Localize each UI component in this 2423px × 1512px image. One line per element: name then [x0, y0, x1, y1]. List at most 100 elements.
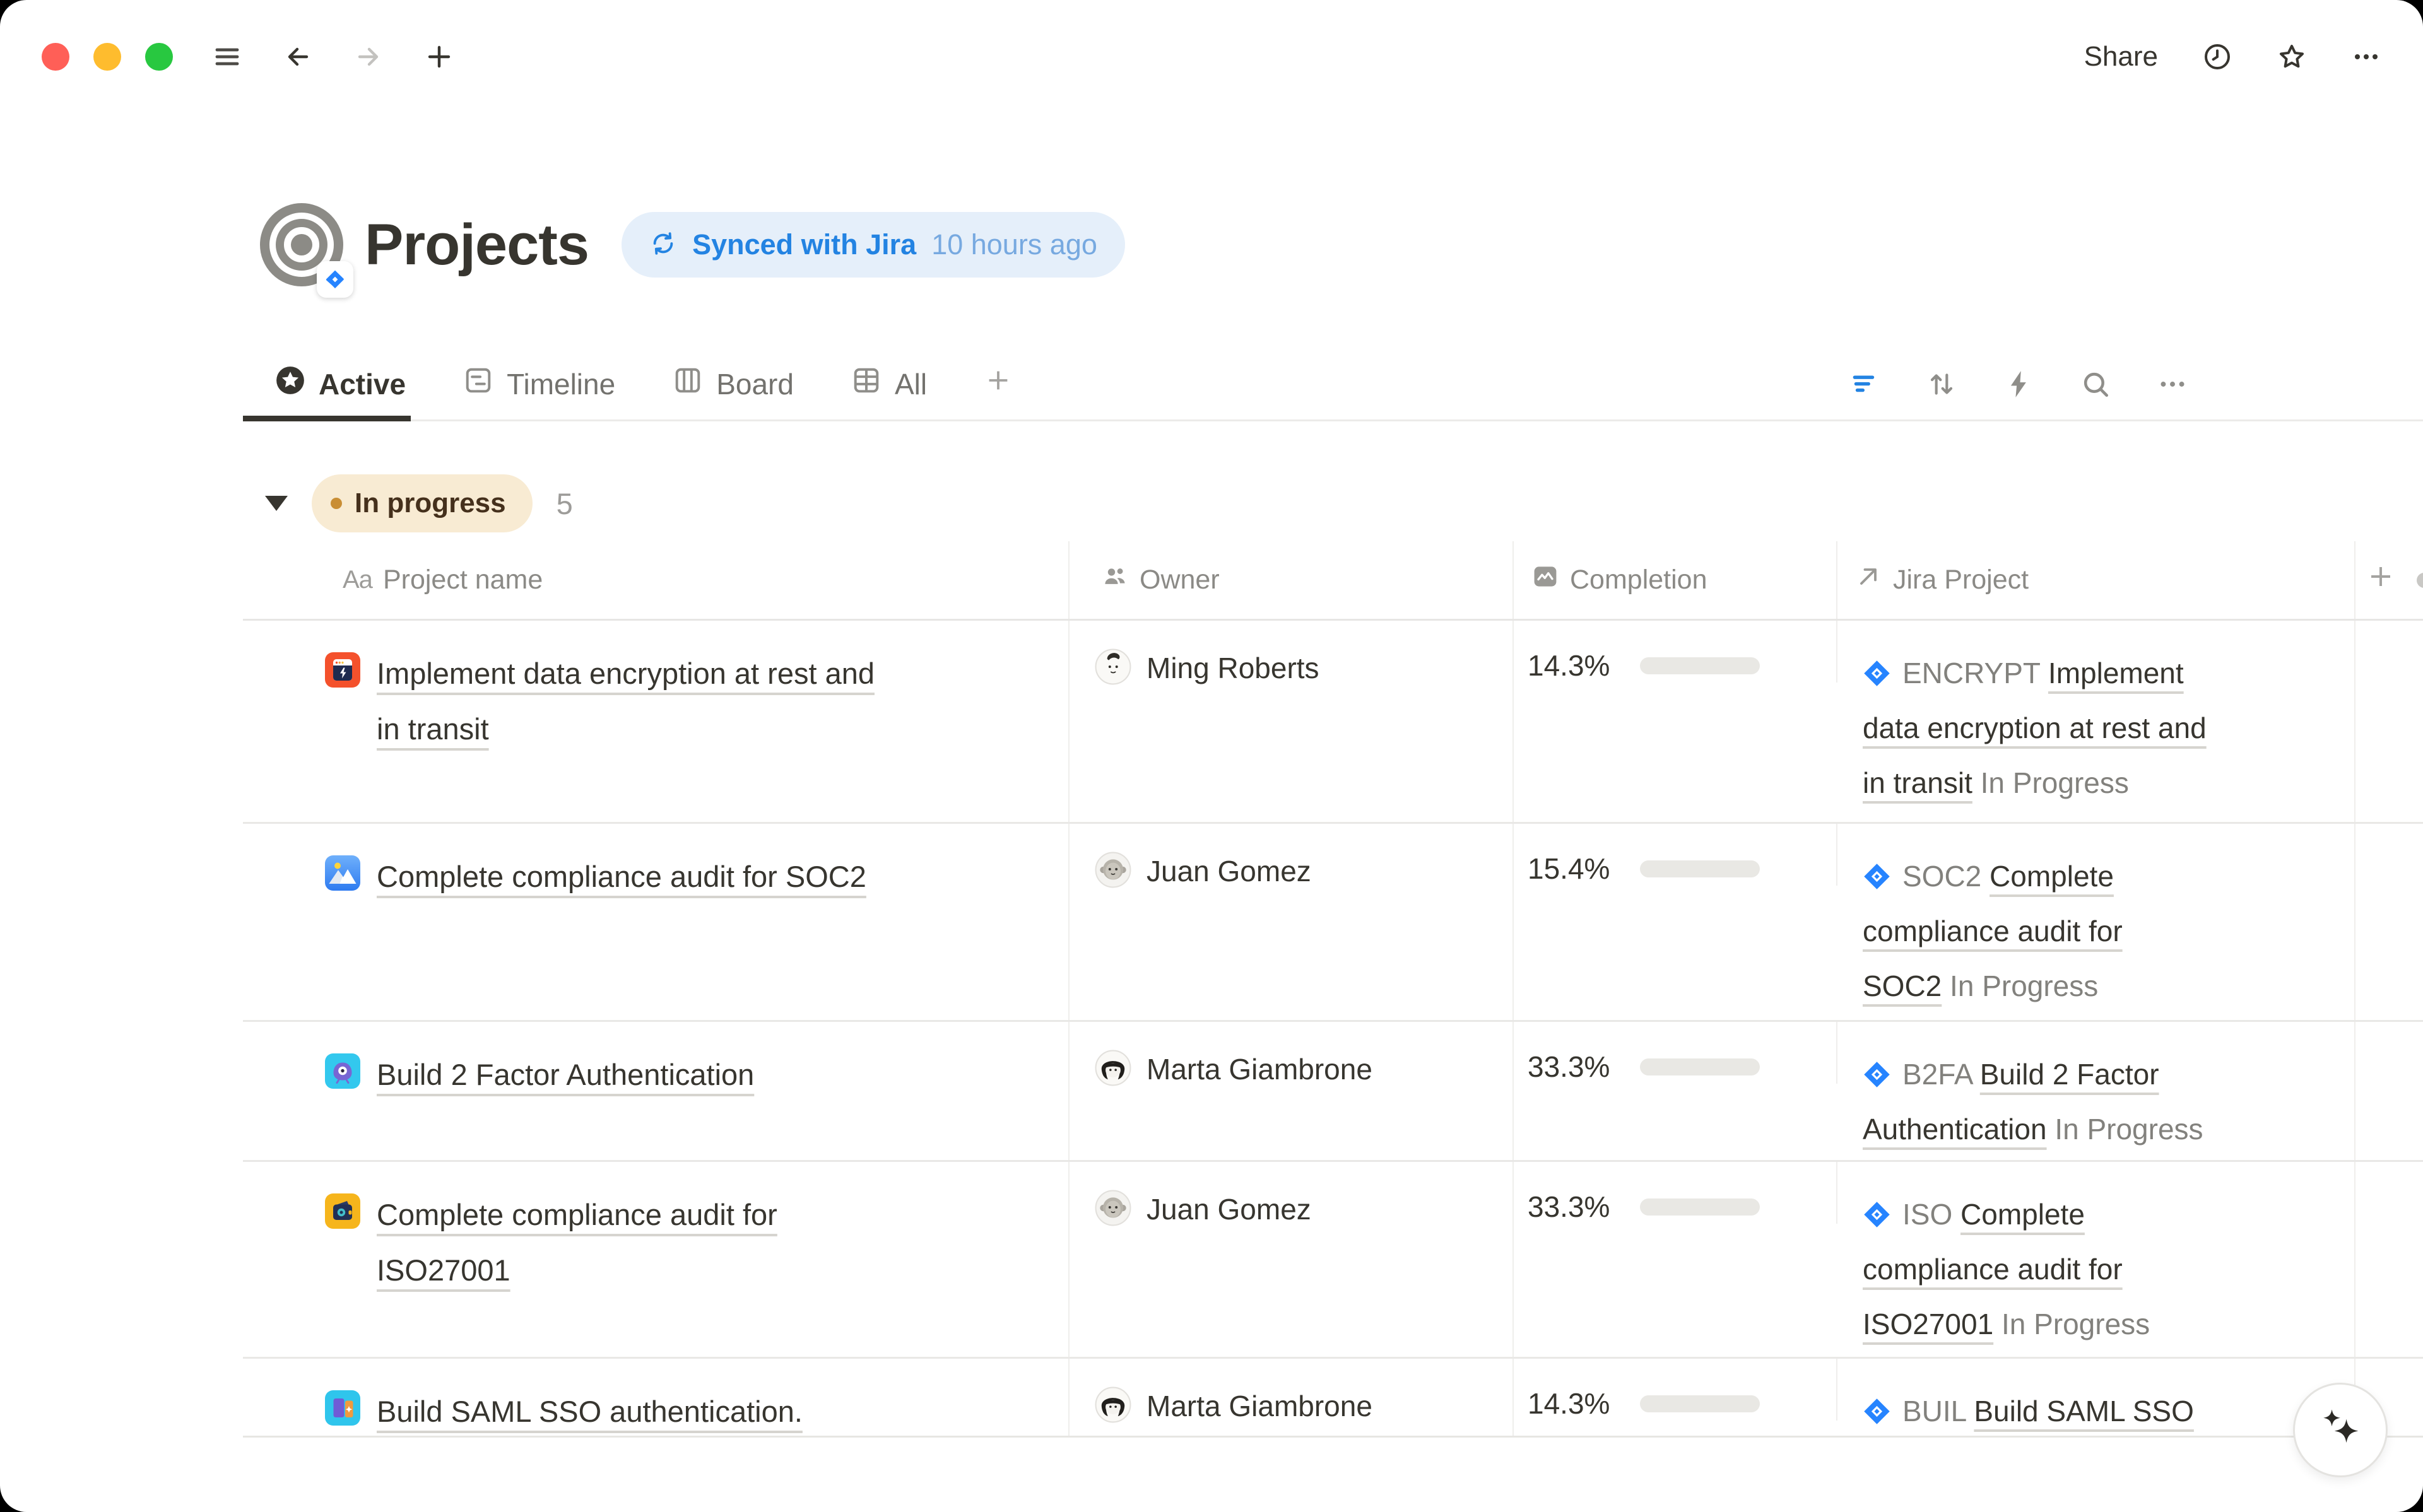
jira-link[interactable]: Authentication	[1863, 1113, 2047, 1146]
column-header-owner[interactable]: Owner	[1070, 541, 1514, 619]
projects-table: Aa Project name Owner Completion Jira Pr…	[243, 541, 2423, 1438]
project-name-link[interactable]: Complete compliance audit for ISO27001	[377, 1187, 777, 1298]
avatar	[1095, 1386, 1131, 1423]
jira-project-cell[interactable]: B2FA Build 2 FactorAuthentication In Pro…	[1837, 1022, 2355, 1160]
completion-percent: 15.4%	[1528, 852, 1631, 886]
avatar	[1095, 648, 1131, 685]
plus-icon	[2366, 561, 2396, 599]
add-view-button[interactable]	[984, 348, 1013, 419]
owner-name: Juan Gomez	[1147, 1190, 1311, 1229]
jira-link[interactable]: in transit	[1863, 766, 1972, 799]
add-column-button[interactable]	[2355, 541, 2423, 619]
jira-diamond-icon	[1863, 1397, 1891, 1426]
jira-link[interactable]: Complete	[1990, 860, 2114, 893]
progress-bar	[1640, 860, 1760, 877]
jira-link[interactable]: Implement	[2048, 657, 2184, 689]
collapse-triangle-icon[interactable]	[265, 496, 288, 511]
tab-board[interactable]: Board	[672, 348, 794, 419]
table-row[interactable]: Complete compliance audit for SOC2 Juan …	[243, 824, 2423, 1022]
jira-key: BUIL	[1902, 1395, 1966, 1427]
new-tab-plus-icon[interactable]	[424, 42, 454, 72]
table-row[interactable]: Implement data encryption at rest and in…	[243, 621, 2423, 824]
column-header-completion[interactable]: Completion	[1514, 541, 1837, 619]
jira-sync-pill[interactable]: Synced with Jira 10 hours ago	[622, 212, 1125, 278]
project-name-cell[interactable]: Implement data encryption at rest and in…	[243, 621, 1070, 822]
more-icon[interactable]	[2351, 42, 2381, 72]
sparkles-icon	[2311, 1400, 2369, 1461]
table-row[interactable]: Complete compliance audit for ISO27001 J…	[243, 1162, 2423, 1359]
hamburger-icon[interactable]	[212, 42, 242, 72]
project-name-cell[interactable]: Build SAML SSO authentication.	[243, 1359, 1070, 1438]
table-row[interactable]: Build 2 Factor Authentication Marta Giam…	[243, 1022, 2423, 1162]
jira-link[interactable]: data encryption at rest and	[1863, 712, 2207, 744]
ai-assistant-button[interactable]	[2293, 1383, 2388, 1477]
completion-cell[interactable]: 14.3%	[1514, 1359, 1837, 1421]
clock-icon[interactable]	[2202, 42, 2232, 72]
page-title[interactable]: Projects	[365, 212, 589, 278]
tab-active[interactable]: Active	[274, 348, 406, 419]
share-button[interactable]: Share	[2084, 41, 2158, 73]
more-icon[interactable]	[2157, 368, 2188, 400]
project-name-link[interactable]: Implement data encryption at rest and in…	[377, 646, 875, 757]
text-property-icon: Aa	[343, 566, 372, 594]
owner-cell[interactable]: Ming Roberts	[1070, 621, 1514, 822]
jira-status: In Progress	[2055, 1113, 2203, 1146]
jira-link[interactable]: Complete	[1960, 1198, 2085, 1231]
star-circle-icon	[274, 365, 306, 403]
jira-badge-icon	[317, 261, 353, 298]
owner-cell[interactable]: Marta Giambrone	[1070, 1359, 1514, 1438]
filter-icon[interactable]	[1849, 368, 1880, 400]
project-icon	[325, 652, 360, 688]
tab-timeline[interactable]: Timeline	[463, 348, 615, 419]
page-icon-target[interactable]	[260, 203, 343, 286]
forward-arrow-icon[interactable]	[353, 42, 384, 72]
view-tabs-bar: Active Timeline Board All	[243, 348, 2423, 421]
column-header-jira-project[interactable]: Jira Project	[1837, 541, 2355, 619]
project-icon	[325, 1053, 360, 1089]
tab-all[interactable]: All	[851, 348, 927, 419]
group-status-pill[interactable]: In progress	[312, 474, 533, 532]
column-header-project-name[interactable]: Aa Project name	[243, 541, 1070, 619]
jira-diamond-icon	[1863, 659, 1891, 688]
completion-percent: 14.3%	[1528, 1386, 1631, 1421]
jira-link[interactable]: SOC2	[1863, 970, 1942, 1002]
jira-link[interactable]: Build SAML SSO	[1974, 1395, 2194, 1427]
project-name-cell[interactable]: Build 2 Factor Authentication	[243, 1022, 1070, 1160]
jira-project-cell[interactable]: ISO Completecompliance audit forISO27001…	[1837, 1162, 2355, 1357]
owner-cell[interactable]: Juan Gomez	[1070, 824, 1514, 1020]
completion-cell[interactable]: 15.4%	[1514, 824, 1837, 886]
jira-link[interactable]: compliance audit for	[1863, 1253, 2123, 1286]
completion-cell[interactable]: 33.3%	[1514, 1022, 1837, 1084]
project-name-link[interactable]: Build SAML SSO authentication.	[377, 1384, 803, 1438]
close-window-button[interactable]	[42, 43, 69, 71]
minimize-window-button[interactable]	[93, 43, 121, 71]
project-name-cell[interactable]: Complete compliance audit for SOC2	[243, 824, 1070, 1020]
jira-key: SOC2	[1902, 860, 1981, 893]
jira-project-cell[interactable]: ENCRYPT Implementdata encryption at rest…	[1837, 621, 2355, 822]
jira-link[interactable]: compliance audit for	[1863, 915, 2123, 947]
sort-icon[interactable]	[1926, 368, 1957, 400]
owner-name: Marta Giambrone	[1147, 1050, 1372, 1089]
project-name-link[interactable]: Build 2 Factor Authentication	[377, 1047, 754, 1103]
search-icon[interactable]	[2080, 368, 2111, 400]
completion-cell[interactable]: 14.3%	[1514, 621, 1837, 683]
project-name-link[interactable]: Complete compliance audit for SOC2	[377, 849, 866, 905]
project-name-cell[interactable]: Complete compliance audit for ISO27001	[243, 1162, 1070, 1357]
window-toolbar: Share	[0, 0, 2423, 114]
jira-link[interactable]: Build 2 Factor	[1980, 1058, 2159, 1091]
owner-cell[interactable]: Juan Gomez	[1070, 1162, 1514, 1357]
zap-icon[interactable]	[2003, 368, 2034, 400]
jira-link[interactable]: ISO27001	[1863, 1308, 1993, 1340]
owner-name: Marta Giambrone	[1147, 1386, 1372, 1426]
owner-cell[interactable]: Marta Giambrone	[1070, 1022, 1514, 1160]
jira-project-cell[interactable]: BUIL Build SAML SSOauthentication. In Pr…	[1837, 1359, 2355, 1438]
chart-icon	[1531, 563, 1559, 597]
back-arrow-icon[interactable]	[283, 42, 313, 72]
table-row[interactable]: Build SAML SSO authentication. Marta Gia…	[243, 1359, 2423, 1438]
star-icon[interactable]	[2277, 42, 2307, 72]
completion-cell[interactable]: 33.3%	[1514, 1162, 1837, 1224]
status-dot-icon	[331, 498, 342, 509]
jira-project-cell[interactable]: SOC2 Completecompliance audit forSOC2 In…	[1837, 824, 2355, 1020]
zoom-window-button[interactable]	[145, 43, 173, 71]
project-icon	[325, 1390, 360, 1426]
